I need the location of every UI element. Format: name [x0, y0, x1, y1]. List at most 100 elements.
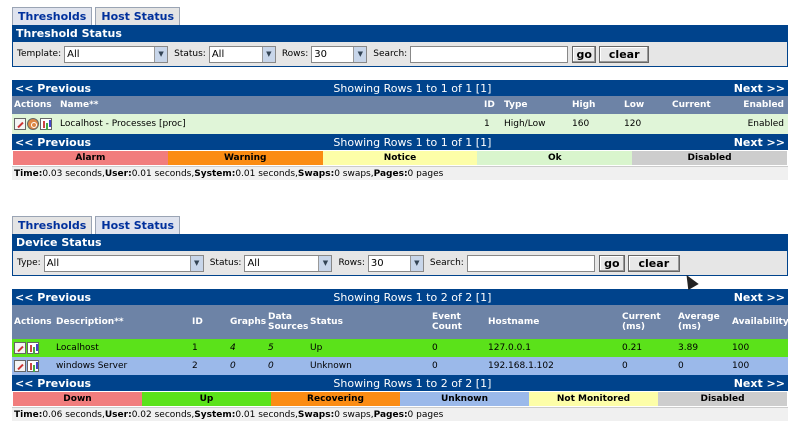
- time-value: 0.03 seconds,: [42, 168, 105, 179]
- go-button[interactable]: go: [572, 45, 597, 63]
- pages-label: Pages:: [373, 409, 408, 420]
- user-value: 0.01 seconds,: [131, 168, 195, 179]
- time-label: Time:: [14, 168, 43, 179]
- type-select[interactable]: All ▼: [43, 254, 204, 272]
- search-input[interactable]: [466, 254, 595, 272]
- row-actions: [12, 360, 54, 372]
- col-description[interactable]: Description**: [54, 317, 190, 327]
- row-status: Unknown: [310, 361, 352, 371]
- col-current[interactable]: Current: [670, 100, 736, 110]
- previous-link[interactable]: << Previous: [15, 82, 91, 95]
- col-event-count[interactable]: Event Count: [430, 312, 486, 332]
- row-name[interactable]: Localhost - Processes [proc]: [58, 119, 482, 129]
- pager-bottom: << Previous Showing Rows 1 to 1 of 1 [1]…: [12, 134, 788, 150]
- filter-bar: Type: All ▼ Status: All ▼ Rows: 30 ▼ Search…: [13, 251, 787, 275]
- rows-select[interactable]: 30 ▼: [311, 45, 368, 63]
- row-status: Up: [310, 343, 323, 353]
- status-legend: Down Up Recovering Unknown Not Monitored…: [12, 391, 788, 407]
- legend-up: Up: [142, 392, 271, 406]
- col-enabled[interactable]: Enabled: [736, 100, 786, 110]
- row-id: 1: [192, 343, 198, 353]
- previous-link[interactable]: << Previous: [15, 291, 91, 304]
- row-availability: 100: [732, 361, 750, 371]
- col-availability[interactable]: Availability: [730, 317, 789, 327]
- col-status[interactable]: Status: [308, 317, 430, 327]
- device-table: << Previous Showing Rows 1 to 2 of 2 [1]…: [12, 289, 789, 421]
- tab-thresholds[interactable]: Thresholds: [12, 216, 93, 234]
- next-link[interactable]: Next >>: [734, 291, 785, 304]
- edit-icon[interactable]: [14, 342, 26, 354]
- legend-notice: Notice: [322, 151, 478, 165]
- time-label: Time:: [14, 409, 43, 420]
- rows-value: 30: [314, 48, 327, 60]
- row-hostname: 192.168.1.102: [488, 361, 554, 371]
- timing-stats: Time: 0.06 seconds, User: 0.02 seconds, …: [12, 407, 788, 421]
- system-label: System:: [194, 409, 236, 420]
- col-name[interactable]: Name**: [58, 100, 482, 110]
- legend-down: Down: [13, 392, 142, 406]
- pager-top: << Previous Showing Rows 1 to 1 of 1 [1]…: [12, 80, 788, 96]
- template-select[interactable]: All ▼: [64, 45, 169, 63]
- delete-icon[interactable]: [27, 118, 39, 130]
- row-low: 120: [624, 119, 642, 129]
- col-low[interactable]: Low: [622, 100, 670, 110]
- rows-select[interactable]: 30 ▼: [367, 254, 424, 272]
- tab-thresholds[interactable]: Thresholds: [12, 7, 93, 25]
- row-current: 0.21: [622, 343, 643, 353]
- next-link[interactable]: Next >>: [734, 136, 785, 149]
- col-type[interactable]: Type: [502, 100, 570, 110]
- previous-link[interactable]: << Previous: [15, 136, 91, 149]
- col-average-ms[interactable]: Average (ms): [676, 312, 730, 332]
- table-row: windows Server 2 0 0 Unknown 0 192.168.1…: [12, 357, 788, 375]
- row-data-sources[interactable]: 0: [266, 361, 308, 371]
- previous-link[interactable]: << Previous: [15, 377, 91, 390]
- row-description[interactable]: Localhost: [54, 343, 190, 353]
- type-label: Type:: [17, 258, 41, 268]
- edit-icon[interactable]: [14, 360, 26, 372]
- next-link[interactable]: Next >>: [734, 377, 785, 390]
- clear-button[interactable]: clear: [627, 254, 680, 272]
- col-id[interactable]: ID: [482, 100, 502, 110]
- edit-icon[interactable]: [14, 118, 26, 130]
- tab-host-status[interactable]: Host Status: [95, 7, 180, 25]
- status-select[interactable]: All ▼: [244, 254, 333, 272]
- row-description[interactable]: windows Server: [54, 361, 190, 371]
- col-hostname[interactable]: Hostname: [486, 317, 620, 327]
- graph-icon[interactable]: [27, 360, 39, 372]
- col-current-ms[interactable]: Current (ms): [620, 312, 676, 332]
- col-high[interactable]: High: [570, 100, 622, 110]
- system-label: System:: [194, 168, 236, 179]
- row-graphs[interactable]: 4: [228, 343, 266, 353]
- row-availability: 100: [732, 343, 750, 353]
- tab-host-status[interactable]: Host Status: [95, 216, 180, 234]
- column-header-row: Actions Name** ID Type High Low Current …: [12, 96, 788, 114]
- table-row: Localhost - Processes [proc] 1 High/Low …: [12, 114, 788, 134]
- status-select[interactable]: All ▼: [208, 45, 276, 63]
- rows-label: Rows:: [338, 258, 365, 268]
- status-label: Status:: [174, 49, 206, 59]
- clear-button[interactable]: clear: [599, 45, 650, 63]
- row-id: 2: [192, 361, 198, 371]
- go-button[interactable]: go: [598, 254, 625, 272]
- search-label: Search:: [429, 258, 464, 268]
- col-graphs[interactable]: Graphs: [228, 317, 266, 327]
- search-input[interactable]: [410, 45, 569, 63]
- legend-not-monitored: Not Monitored: [529, 392, 658, 406]
- row-event-count: 0: [432, 343, 438, 353]
- legend-warning: Warning: [167, 151, 323, 165]
- chevron-down-icon: ▼: [154, 46, 168, 62]
- col-data-sources[interactable]: Data Sources: [266, 312, 308, 332]
- row-graphs[interactable]: 0: [228, 361, 266, 371]
- col-id[interactable]: ID: [190, 317, 228, 327]
- graph-icon[interactable]: [40, 118, 52, 130]
- graph-icon[interactable]: [27, 342, 39, 354]
- legend-ok: Ok: [477, 151, 633, 165]
- legend-recovering: Recovering: [271, 392, 400, 406]
- chevron-down-icon: ▼: [353, 46, 367, 62]
- status-value: All: [211, 48, 225, 60]
- rows-label: Rows:: [281, 49, 309, 59]
- time-value: 0.06 seconds,: [42, 409, 105, 420]
- showing-rows: Showing Rows 1 to 1 of 1 [1]: [333, 81, 492, 95]
- row-data-sources[interactable]: 5: [266, 343, 308, 353]
- next-link[interactable]: Next >>: [734, 82, 785, 95]
